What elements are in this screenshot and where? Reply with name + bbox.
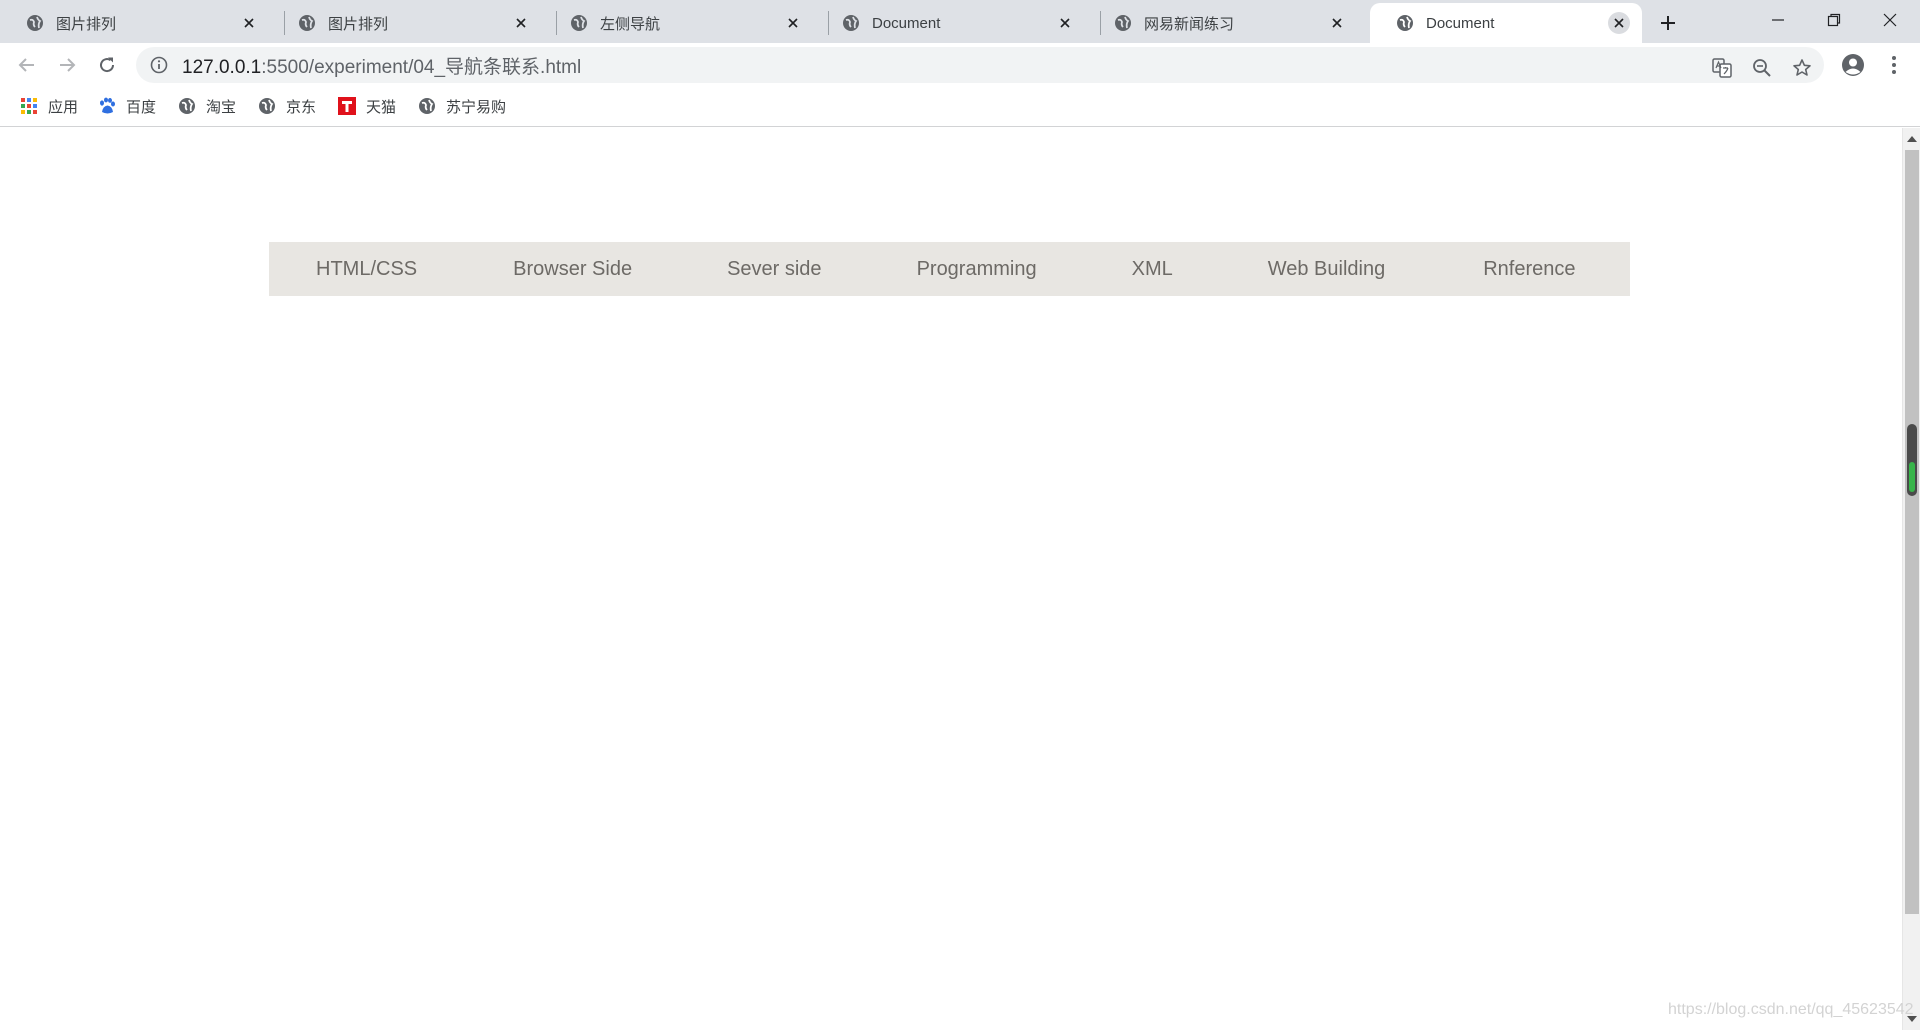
bookmark-tmall[interactable]: 天猫 — [338, 95, 396, 117]
plus-icon — [1661, 16, 1675, 30]
close-icon[interactable] — [238, 12, 260, 34]
watermark-text: https://blog.csdn.net/qq_45623542 — [1668, 1001, 1914, 1018]
info-icon[interactable] — [150, 56, 168, 74]
close-icon[interactable] — [510, 12, 532, 34]
back-button[interactable] — [12, 50, 42, 80]
globe-icon — [258, 97, 276, 115]
scroll-grip-widget[interactable] — [1907, 424, 1917, 496]
tab-2[interactable]: 图片排列 — [272, 3, 544, 43]
bookmark-label: 天猫 — [366, 98, 397, 116]
new-tab-button[interactable] — [1654, 9, 1682, 37]
bookmark-jd[interactable]: 京东 — [258, 95, 316, 117]
tab-6-active[interactable]: Document — [1370, 3, 1642, 43]
bookmark-star-icon[interactable] — [1790, 56, 1814, 80]
tab-title: 图片排列 — [328, 15, 389, 33]
bookmark-suning[interactable]: 苏宁易购 — [418, 95, 506, 117]
nav-link-reference[interactable]: Rnference — [1483, 258, 1575, 281]
scroll-up-arrow-icon[interactable] — [1906, 133, 1918, 145]
globe-icon — [843, 15, 859, 31]
tab-title: Document — [1426, 14, 1495, 32]
url-host: 127.0.0.1 — [182, 56, 262, 78]
tab-strip: 图片排列 图片排列 左侧导航 Document 网易新闻练习 Document — [0, 0, 1920, 43]
close-icon[interactable] — [782, 12, 804, 34]
bookmark-label: 淘宝 — [206, 98, 237, 116]
url-path: :5500/experiment/04_导航条联系.html — [261, 56, 582, 78]
close-icon[interactable] — [1054, 12, 1076, 34]
minimize-button[interactable] — [1750, 0, 1806, 40]
scroll-grip-indicator — [1909, 462, 1915, 492]
bookmark-taobao[interactable]: 淘宝 — [178, 95, 236, 117]
bookmark-label: 应用 — [48, 98, 79, 116]
nav-bar: HTML/CSS Browser Side Sever side Program… — [269, 242, 1630, 296]
tab-4[interactable]: Document — [816, 3, 1088, 43]
tab-1[interactable]: 图片排列 — [0, 3, 272, 43]
bookmark-label: 百度 — [126, 98, 157, 116]
arrow-right-icon — [60, 58, 76, 72]
scrollbar-thumb[interactable] — [1905, 150, 1919, 914]
tab-title: 网易新闻练习 — [1144, 15, 1235, 33]
reload-icon — [100, 57, 115, 73]
bookmark-baidu[interactable]: 百度 — [98, 95, 156, 117]
nav-link-html-css[interactable]: HTML/CSS — [316, 258, 417, 281]
minimize-icon — [1772, 19, 1784, 21]
tab-5[interactable]: 网易新闻练习 — [1088, 3, 1360, 43]
close-icon[interactable] — [1608, 12, 1630, 34]
nav-link-browser-side[interactable]: Browser Side — [513, 258, 632, 281]
url-text: 127.0.0.1:5500/experiment/04_导航条联系.html — [182, 52, 581, 79]
globe-icon — [571, 15, 587, 31]
restore-button[interactable] — [1806, 0, 1862, 40]
profile-avatar-icon[interactable] — [1838, 50, 1868, 80]
baidu-paw-icon — [98, 97, 116, 115]
nav-link-programming[interactable]: Programming — [917, 258, 1037, 281]
tab-3[interactable]: 左侧导航 — [544, 3, 816, 43]
nav-link-xml[interactable]: XML — [1132, 258, 1173, 281]
globe-icon — [418, 97, 436, 115]
reload-button[interactable] — [92, 50, 122, 80]
apps-grid-icon — [20, 97, 38, 115]
globe-icon — [1115, 15, 1131, 31]
globe-icon — [1397, 15, 1413, 31]
menu-kebab-icon[interactable] — [1879, 50, 1909, 80]
zoom-out-icon[interactable] — [1750, 56, 1774, 80]
close-window-button[interactable] — [1862, 0, 1918, 40]
browser-toolbar: 127.0.0.1:5500/experiment/04_导航条联系.html — [0, 43, 1920, 86]
bookmark-apps[interactable]: 应用 — [20, 95, 78, 117]
tmall-icon — [338, 97, 356, 115]
tab-title: 左侧导航 — [600, 15, 661, 33]
globe-icon — [27, 15, 43, 31]
globe-icon — [299, 15, 315, 31]
page-viewport: HTML/CSS Browser Side Sever side Program… — [0, 128, 1902, 1030]
arrow-left-icon — [18, 58, 34, 72]
tab-title: Document — [872, 14, 941, 32]
globe-icon — [178, 97, 196, 115]
address-bar[interactable]: 127.0.0.1:5500/experiment/04_导航条联系.html — [136, 47, 1824, 83]
close-icon — [1883, 13, 1897, 27]
bookmarks-bar: 应用 百度 淘宝 京东 天猫 苏宁易购 — [0, 86, 1920, 127]
close-icon[interactable] — [1326, 12, 1348, 34]
bookmark-label: 苏宁易购 — [446, 98, 507, 116]
bookmark-label: 京东 — [286, 98, 317, 116]
nav-link-web-building[interactable]: Web Building — [1268, 258, 1385, 281]
restore-icon — [1827, 13, 1841, 27]
tab-title: 图片排列 — [56, 15, 117, 33]
nav-link-sever-side[interactable]: Sever side — [727, 258, 822, 281]
forward-button[interactable] — [52, 50, 82, 80]
vertical-scrollbar[interactable] — [1902, 128, 1920, 1030]
translate-icon[interactable] — [1710, 56, 1734, 80]
